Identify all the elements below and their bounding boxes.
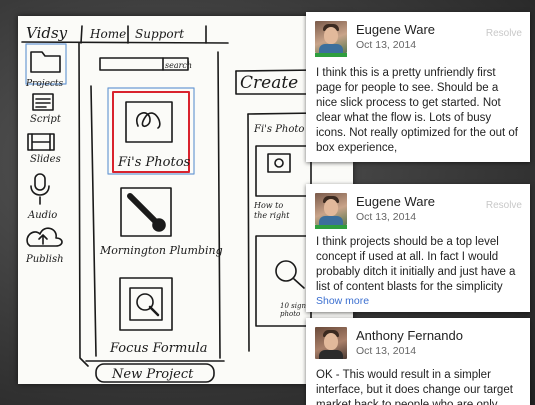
resolve-button[interactable]: Resolve [486, 200, 522, 211]
avatar [315, 327, 347, 359]
sidebar-item-projects[interactable]: Projects [25, 79, 64, 89]
sidebar-item-slides[interactable]: Slides [30, 154, 61, 165]
author-color-bar [315, 225, 347, 229]
create-button[interactable]: Create [240, 73, 298, 93]
project-label-focus-formula[interactable]: Focus Formula [109, 341, 208, 356]
resolve-button[interactable]: Resolve [486, 28, 522, 39]
avatar [315, 193, 347, 225]
microphone-icon [34, 173, 46, 191]
project-label-mornington-plumbing[interactable]: Mornington Plumbing [99, 244, 223, 257]
comment-author: Eugene Ware [356, 22, 436, 37]
detail-caption: photo [280, 310, 300, 318]
nav-tab-support[interactable]: Support [135, 27, 184, 41]
comment-card: Eugene Ware Oct 13, 2014 Resolve I think… [306, 184, 530, 312]
sidebar-item-publish[interactable]: Publish [25, 254, 64, 265]
avatar [315, 21, 347, 53]
detail-panel-border [247, 113, 250, 352]
comment-text: I think this is a pretty unfriendly firs… [316, 67, 518, 154]
comment-author: Anthony Fernando [356, 328, 463, 343]
wireframe-sketch: Vidsy Home Support search Create Fi's Ph… [18, 16, 353, 384]
detail-caption: How to [253, 201, 283, 210]
wrench-icon [127, 193, 161, 227]
top-bar-line [21, 41, 229, 44]
comment-author: Eugene Ware [356, 194, 436, 209]
app-name: Vidsy [26, 24, 68, 42]
comment-date: Oct 13, 2014 [356, 345, 417, 357]
search-button[interactable]: search [165, 61, 192, 70]
author-color-bar [315, 53, 347, 57]
comment-card: Eugene Ware Oct 13, 2014 Resolve I think… [306, 12, 530, 162]
magnifier-icon-box [119, 277, 173, 331]
show-more-link[interactable]: Show more [316, 295, 369, 307]
project-label-fis-photos[interactable]: Fi's Photos [117, 155, 191, 170]
projects-column-border [217, 51, 221, 359]
sidebar-item-audio[interactable]: Audio [27, 210, 57, 221]
sidebar-border [78, 42, 89, 367]
nav-separator [80, 25, 83, 44]
comment-text: OK - This would result in a simpler inte… [316, 369, 513, 405]
comment-date: Oct 13, 2014 [356, 211, 417, 223]
comment-date: Oct 13, 2014 [356, 39, 417, 51]
wireframe-drawing: Vidsy Home Support search Create Fi's Ph… [21, 24, 339, 383]
folder-icon [30, 51, 61, 73]
detail-caption: the right [254, 211, 290, 220]
comment-reply: Anthony Fernando Oct 13, 2014 OK - This … [306, 318, 530, 405]
nav-tab-home[interactable]: Home [89, 27, 126, 41]
sidebar-item-script[interactable]: Script [30, 114, 62, 125]
comment-text: I think projects should be a top level c… [316, 236, 516, 293]
detail-title: Fi's Photo [253, 124, 304, 135]
new-project-button[interactable]: New Project [111, 367, 194, 382]
